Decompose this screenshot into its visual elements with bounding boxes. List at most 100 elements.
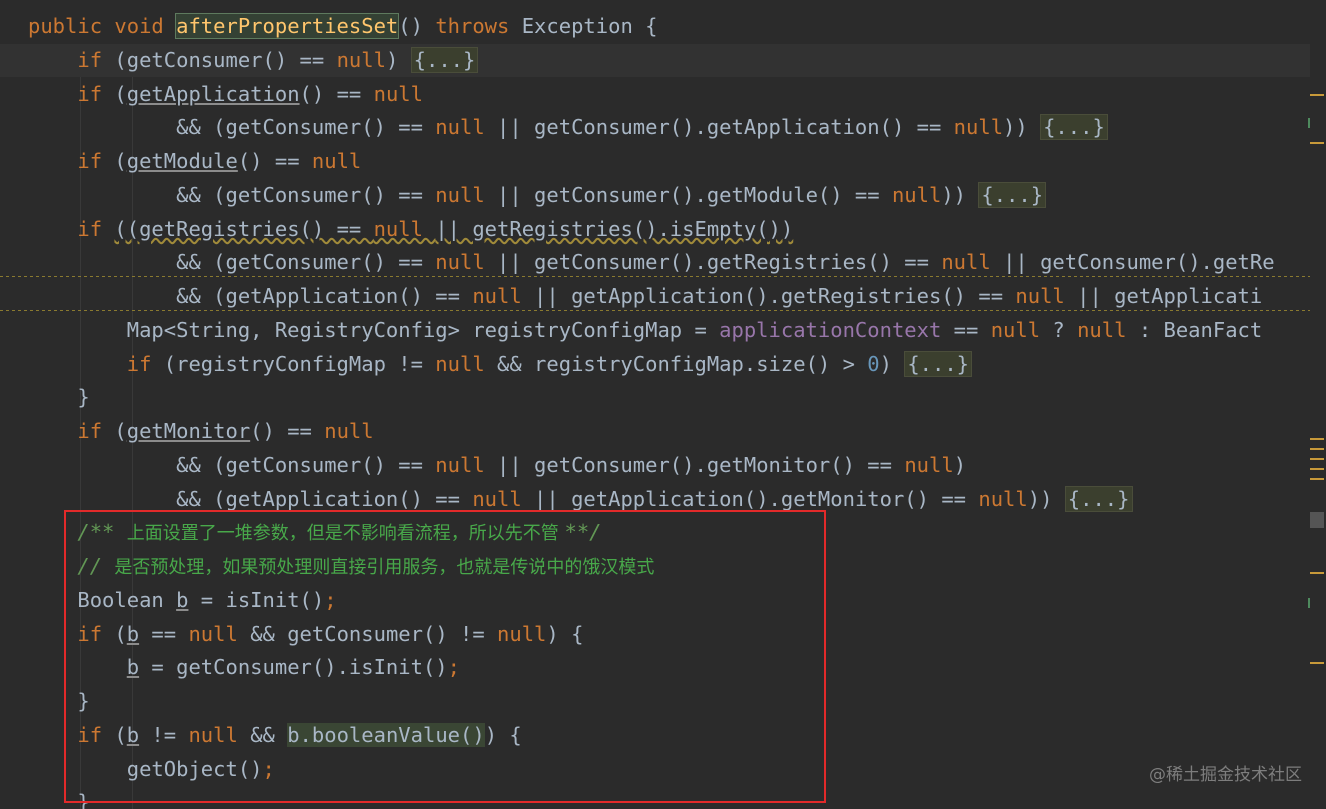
code-line[interactable]: && (getApplication() == null || getAppli… — [0, 280, 1326, 313]
code-token: && (getConsumer() == — [28, 452, 436, 477]
warning-mark[interactable] — [1310, 478, 1324, 480]
code-token: ; — [447, 655, 460, 680]
code-token: = getConsumer().isInit() — [139, 655, 448, 680]
warning-mark[interactable] — [1310, 438, 1324, 440]
code-line[interactable]: } — [0, 685, 1326, 718]
code-token: == — [953, 317, 991, 342]
code-token: // — [28, 554, 115, 578]
code-token: Exception { — [521, 14, 658, 38]
code-token: null — [324, 419, 374, 443]
code-token: ( — [114, 149, 127, 173]
code-token: null — [311, 149, 362, 173]
error-stripe[interactable] — [1308, 0, 1326, 809]
code-token: || getRegistries().isEmpty()) — [435, 216, 794, 241]
code-token: b — [126, 655, 140, 680]
code-token: null — [941, 250, 1004, 275]
code-line[interactable]: } — [0, 381, 1326, 414]
code-line[interactable]: && (getConsumer() == null || getConsumer… — [0, 449, 1326, 482]
code-token: null — [978, 486, 1028, 511]
code-token: ((getRegistries() == — [114, 216, 374, 241]
code-token: if — [28, 47, 115, 72]
code-token: } — [28, 790, 90, 809]
code-token: ? — [1052, 317, 1078, 342]
code-token: null — [990, 317, 1053, 342]
warning-mark[interactable] — [1310, 468, 1324, 470]
code-editor[interactable]: public void afterPropertiesSet() throws … — [0, 0, 1326, 809]
code-line[interactable]: public void afterPropertiesSet() throws … — [0, 10, 1326, 43]
code-token: Map<String, RegistryConfig> registryConf… — [28, 317, 720, 342]
code-token: **/ — [564, 520, 602, 545]
code-token: null — [373, 81, 423, 106]
code-token: && (getConsumer() == — [28, 115, 436, 140]
code-token: Boolean — [28, 587, 177, 612]
code-line[interactable]: if (b != null && b.booleanValue()) { — [0, 719, 1326, 752]
code-token: = isInit() — [188, 587, 325, 612]
code-line[interactable]: if (b == null && getConsumer() != null) … — [0, 618, 1326, 651]
fold-marker[interactable]: {...} — [1040, 114, 1108, 141]
code-token: public void — [28, 14, 177, 38]
code-token: null — [435, 115, 498, 140]
code-token: b — [126, 621, 140, 646]
code-line[interactable]: && (getApplication() == null || getAppli… — [0, 483, 1326, 516]
code-token: null — [1015, 284, 1078, 308]
code-token: afterPropertiesSet — [175, 13, 400, 39]
code-token: if — [28, 419, 115, 443]
code-token: ) { — [484, 722, 522, 747]
code-token: ) — [879, 351, 905, 376]
warning-mark[interactable] — [1310, 458, 1324, 460]
code-line[interactable]: && (getConsumer() == null || getConsumer… — [0, 111, 1326, 144]
code-token: () == — [250, 419, 325, 443]
code-token: )) — [1003, 115, 1041, 140]
fold-marker[interactable]: {...} — [904, 350, 973, 377]
code-token: null — [435, 351, 498, 376]
code-line[interactable]: /** 上面设置了一堆参数，但是不影响看流程，所以先不管 **/ — [0, 516, 1326, 549]
code-token: && getConsumer() != — [250, 621, 498, 646]
warning-mark[interactable] — [1310, 142, 1324, 144]
scroll-thumb[interactable] — [1310, 512, 1324, 528]
warning-mark[interactable] — [1310, 662, 1324, 664]
code-token: && (getConsumer() == — [28, 250, 436, 275]
code-token: ( — [114, 722, 127, 747]
code-line[interactable]: b = getConsumer().isInit(); — [0, 651, 1326, 684]
code-token: null — [336, 47, 386, 72]
change-mark[interactable] — [1308, 118, 1310, 128]
code-token: b — [126, 722, 140, 747]
change-mark[interactable] — [1308, 598, 1310, 608]
code-line[interactable]: if (registryConfigMap != null && registr… — [0, 348, 1326, 381]
code-token: != — [139, 722, 189, 747]
code-token: ; — [262, 756, 275, 781]
code-token: ) — [385, 47, 411, 72]
code-token: (getConsumer() == — [114, 47, 337, 72]
code-line[interactable]: if (getMonitor() == null — [0, 415, 1326, 448]
code-token: if — [28, 81, 115, 106]
code-line[interactable]: } — [0, 786, 1326, 809]
code-token: || getApplicati — [1077, 284, 1263, 308]
code-token: null — [188, 722, 251, 747]
code-token: null — [373, 216, 436, 241]
code-line[interactable]: && (getConsumer() == null || getConsumer… — [0, 246, 1326, 280]
fold-marker[interactable]: {...} — [410, 46, 479, 73]
warning-mark[interactable] — [1310, 94, 1324, 96]
code-token: ) { — [546, 621, 584, 646]
warning-mark[interactable] — [1310, 572, 1324, 574]
code-line[interactable]: if (getApplication() == null — [0, 78, 1326, 111]
fold-marker[interactable]: {...} — [978, 181, 1047, 208]
code-token: null — [891, 182, 942, 207]
code-token: null — [953, 115, 1004, 140]
code-line[interactable]: // 是否预处理，如果预处理则直接引用服务，也就是传说中的饿汉模式 — [0, 550, 1326, 583]
code-line[interactable]: getObject(); — [0, 753, 1326, 786]
warning-mark[interactable] — [1310, 448, 1324, 450]
code-token: && (getApplication() == — [28, 284, 473, 308]
code-token: b.booleanValue() — [287, 722, 485, 747]
fold-marker[interactable]: {...} — [1064, 485, 1133, 512]
code-line[interactable]: && (getConsumer() == null || getConsumer… — [0, 179, 1326, 212]
code-token: 是否预处理，如果预处理则直接引用服务，也就是传说中的饿汉模式 — [114, 557, 655, 578]
code-line[interactable]: if ((getRegistries() == null || getRegis… — [0, 213, 1326, 246]
code-token: } — [28, 385, 90, 410]
code-token: throws — [435, 14, 522, 38]
code-line[interactable]: Boolean b = isInit(); — [0, 584, 1326, 617]
code-line[interactable]: if (getConsumer() == null) {...} — [0, 43, 1326, 77]
code-line[interactable]: if (getModule() == null — [0, 145, 1326, 178]
code-token: )) — [941, 182, 979, 207]
code-line[interactable]: Map<String, RegistryConfig> registryConf… — [0, 314, 1326, 347]
